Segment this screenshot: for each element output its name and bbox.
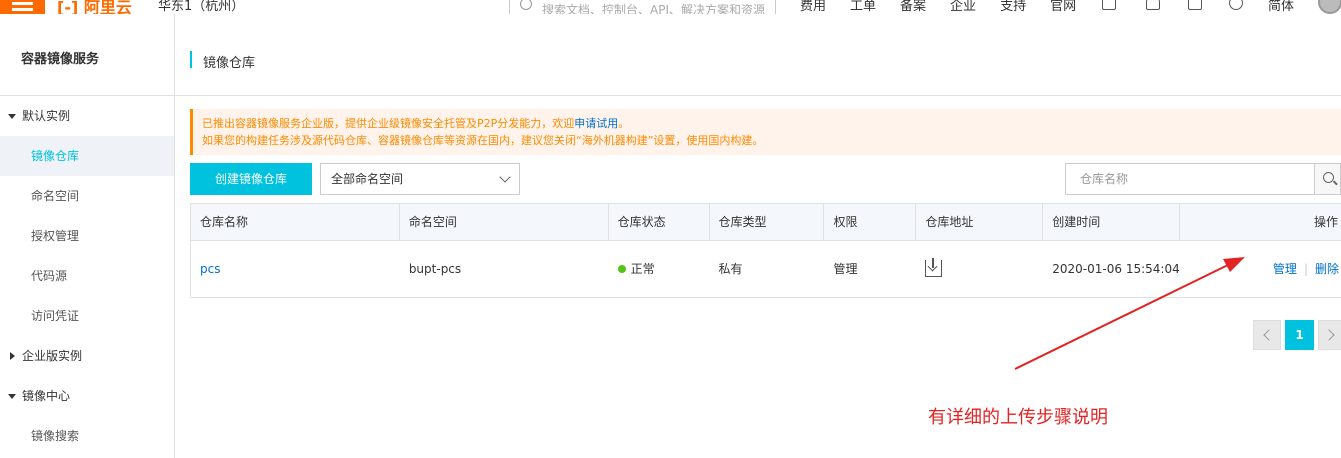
annotation-text: 有详细的上传步骤说明 [928,407,1108,428]
annotation-arrow [1014,257,1245,370]
